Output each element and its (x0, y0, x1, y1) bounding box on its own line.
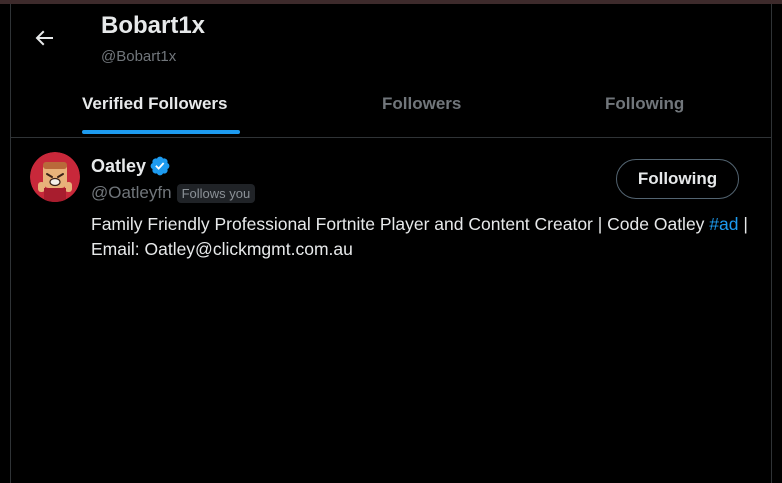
active-tab-indicator (82, 130, 240, 134)
avatar-image (30, 152, 80, 202)
user-name-row: Oatley (91, 155, 171, 177)
user-handle-row: @Oatleyfn Follows you (91, 183, 256, 203)
tab-followers[interactable]: Followers (382, 94, 461, 114)
tab-verified-followers[interactable]: Verified Followers (82, 94, 228, 114)
follows-you-badge: Follows you (176, 183, 256, 203)
user-bio: Family Friendly Professional Fortnite Pl… (91, 212, 751, 262)
arrow-left-icon (35, 30, 53, 46)
tabs-divider (11, 137, 771, 138)
profile-handle: @Bobart1x (101, 48, 177, 65)
bio-text: Family Friendly Professional Fortnite Pl… (91, 214, 710, 234)
verified-badge-icon (150, 156, 170, 176)
back-button[interactable] (32, 26, 56, 50)
following-button[interactable]: Following (616, 159, 739, 199)
tab-following[interactable]: Following (605, 94, 684, 114)
bio-hashtag-link[interactable]: #ad (709, 214, 738, 234)
user-name[interactable]: Oatley (91, 156, 146, 177)
profile-title: Bobart1x (101, 12, 206, 39)
avatar[interactable] (30, 152, 80, 202)
user-handle[interactable]: @Oatleyfn (91, 183, 172, 203)
